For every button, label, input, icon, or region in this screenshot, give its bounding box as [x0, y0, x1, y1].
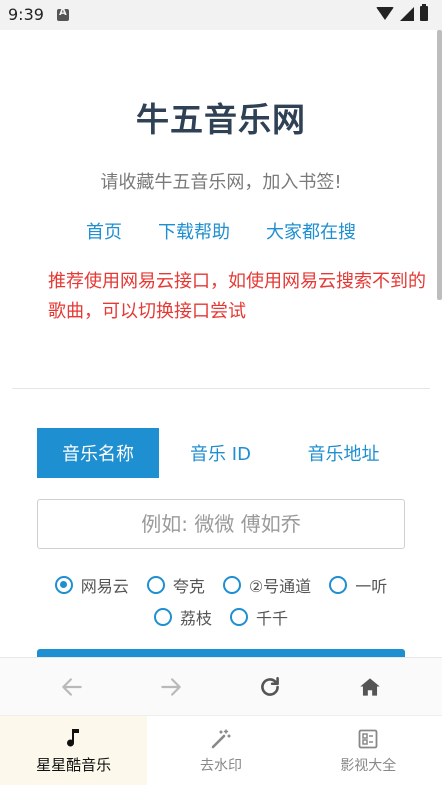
- source-option-label: 荔枝: [179, 609, 212, 628]
- page-title: 牛五音乐网: [136, 100, 306, 139]
- source-option-label: 夸克: [172, 577, 205, 596]
- source-option-quark[interactable]: 夸克: [146, 573, 205, 597]
- radio-checked-icon: [54, 576, 73, 594]
- search-input[interactable]: [37, 499, 405, 549]
- battery-icon: [420, 4, 428, 21]
- bottom-nav-label: 去水印: [199, 757, 242, 774]
- divider: [12, 388, 430, 389]
- wifi-icon: [376, 7, 394, 20]
- nav-link-download-help[interactable]: 下载帮助: [158, 218, 230, 244]
- forward-button[interactable]: [141, 658, 201, 716]
- source-option-yiting[interactable]: 一听: [329, 573, 387, 597]
- bottom-nav: 星星酷音乐 去水印 影视大全: [0, 715, 442, 785]
- status-icons: [376, 4, 428, 21]
- tab-music-id[interactable]: 音乐 ID: [159, 428, 282, 478]
- tab-music-url[interactable]: 音乐地址: [282, 428, 405, 478]
- status-bar: 9:39: [0, 0, 442, 30]
- magic-wand-icon: [211, 728, 231, 748]
- source-option-label: ②号通道: [248, 577, 312, 596]
- radio-unchecked-icon: [153, 608, 172, 626]
- home-button[interactable]: [340, 658, 400, 716]
- page-subtitle: 请收藏牛五音乐网，加入书签!: [100, 172, 342, 193]
- source-option-netease[interactable]: 网易云: [54, 573, 129, 597]
- search-submit-button[interactable]: [37, 649, 405, 657]
- refresh-icon: [261, 677, 279, 696]
- radio-unchecked-icon: [222, 576, 241, 594]
- source-option-label: 一听: [355, 577, 388, 596]
- radio-unchecked-icon: [230, 608, 248, 626]
- source-option-qianqian[interactable]: 千千: [230, 605, 288, 629]
- browser-toolbar: [0, 657, 442, 715]
- accessibility-notification-icon: [57, 7, 69, 21]
- home-icon: [360, 678, 380, 696]
- site-nav: 首页 下载帮助 大家都在搜: [0, 218, 442, 244]
- refresh-button[interactable]: [240, 658, 300, 716]
- status-time: 9:39: [8, 5, 44, 24]
- list-board-icon: [358, 729, 378, 748]
- nav-link-trending-searches[interactable]: 大家都在搜: [266, 218, 356, 244]
- nav-link-home[interactable]: 首页: [86, 218, 122, 244]
- source-option-label: 网易云: [80, 577, 129, 596]
- bottom-nav-movies[interactable]: 影视大全: [295, 716, 442, 785]
- music-note-icon: [66, 729, 79, 747]
- source-options-row-2: 荔枝 千千: [0, 605, 442, 629]
- bottom-nav-watermark-remover[interactable]: 去水印: [147, 716, 294, 785]
- source-options-row-1: 网易云 夸克 ②号通道 一听: [0, 573, 442, 597]
- bottom-nav-label: 影视大全: [340, 757, 397, 774]
- source-option-channel-2[interactable]: ②号通道: [222, 573, 312, 597]
- page-scrollbar[interactable]: [437, 30, 442, 300]
- radio-unchecked-icon: [329, 576, 348, 594]
- back-arrow-icon: [62, 678, 82, 696]
- source-option-lizhi[interactable]: 荔枝: [153, 605, 212, 629]
- search-type-tabs: 音乐名称 音乐 ID 音乐地址: [37, 428, 405, 478]
- tab-music-name[interactable]: 音乐名称: [37, 428, 159, 478]
- radio-unchecked-icon: [146, 576, 165, 594]
- bottom-nav-music[interactable]: 星星酷音乐: [0, 716, 148, 785]
- signal-icon: [400, 6, 414, 21]
- notice-text: 推荐使用网易云接口，如使用网易云搜索不到的歌曲，可以切换接口尝试: [48, 271, 426, 322]
- bottom-nav-label: 星星酷音乐: [36, 756, 112, 774]
- back-button[interactable]: [42, 658, 102, 716]
- source-option-label: 千千: [256, 609, 289, 628]
- forward-arrow-icon: [161, 678, 181, 696]
